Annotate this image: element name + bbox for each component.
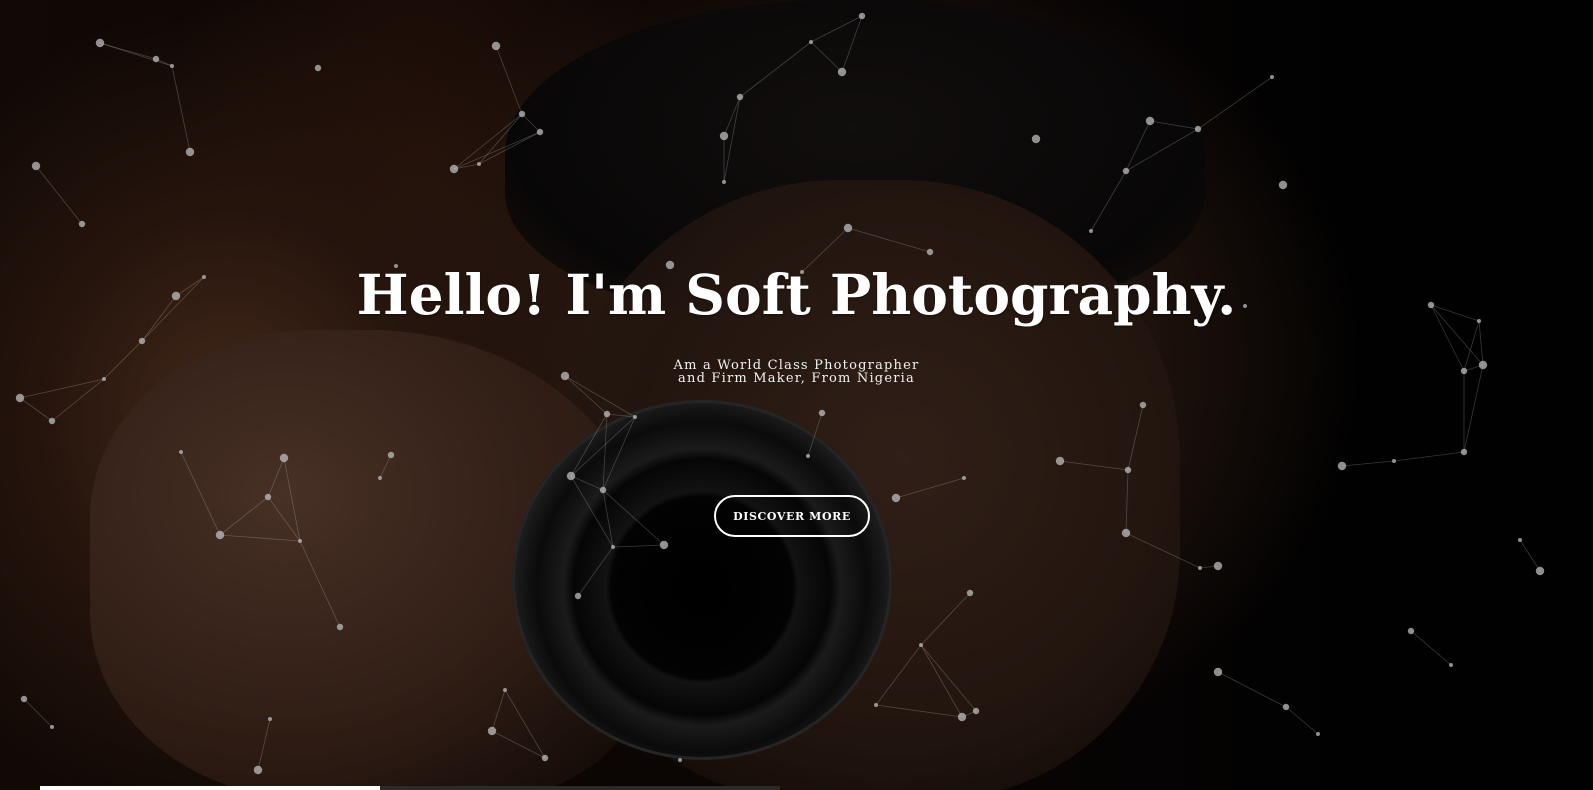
slider-progress-fill (40, 786, 381, 790)
hero-section: Hello! I'm Soft Photography. Am a World … (0, 0, 1593, 790)
slider-progress-track (40, 786, 780, 790)
hero-subtitle-line-2: and Firm Maker, From Nigeria (678, 371, 915, 386)
hero-content: Hello! I'm Soft Photography. Am a World … (0, 0, 1593, 790)
hero-headline: Hello! I'm Soft Photography. (356, 262, 1237, 327)
discover-more-button[interactable]: DISCOVER MORE (714, 495, 870, 537)
